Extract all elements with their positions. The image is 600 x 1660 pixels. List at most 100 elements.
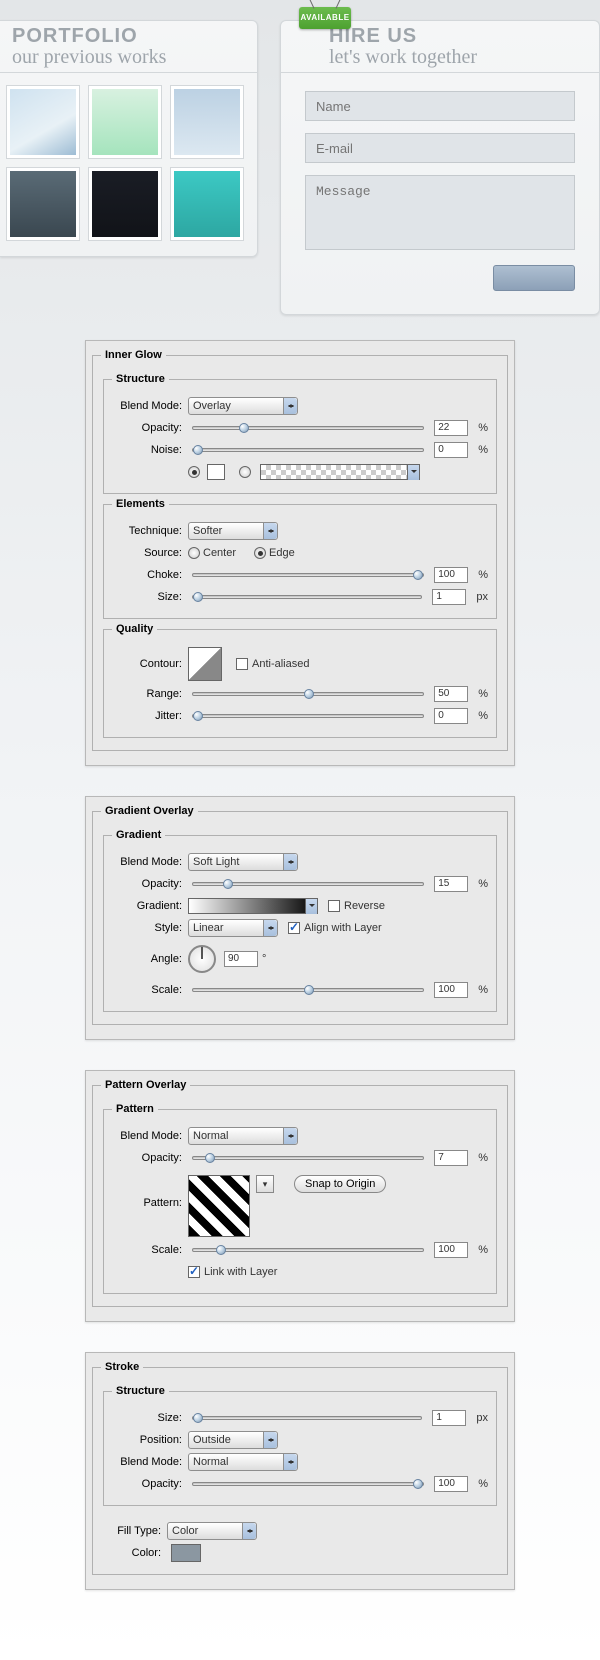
portfolio-thumb[interactable]: [88, 167, 162, 241]
noise-slider[interactable]: [192, 448, 424, 452]
technique-label: Technique:: [112, 525, 188, 537]
noise-value[interactable]: 0: [434, 442, 468, 458]
gradient-overlay-legend: Gradient Overlay: [101, 805, 198, 817]
pattern-picker-button[interactable]: ▾: [256, 1175, 274, 1193]
choke-value[interactable]: 100: [434, 567, 468, 583]
go-scale-slider[interactable]: [192, 988, 424, 992]
pattern-overlay-panel: Pattern Overlay Pattern Blend Mode: Norm…: [85, 1070, 515, 1322]
gradient-legend: Gradient: [112, 829, 165, 841]
go-opacity-slider[interactable]: [192, 882, 424, 886]
message-field[interactable]: [305, 175, 575, 250]
technique-select[interactable]: Softer: [188, 522, 278, 540]
style-select[interactable]: Linear: [188, 919, 278, 937]
glow-color-radio[interactable]: [188, 466, 200, 478]
opacity-value[interactable]: 22: [434, 420, 468, 436]
pattern-legend: Pattern: [112, 1103, 158, 1115]
portfolio-subtitle: our previous works: [12, 48, 245, 66]
range-slider[interactable]: [192, 692, 424, 696]
opacity-label: Opacity:: [112, 422, 188, 434]
blend-mode-select[interactable]: Overlay: [188, 397, 298, 415]
email-field[interactable]: [305, 133, 575, 163]
st-blend-mode-select[interactable]: Normal: [188, 1453, 298, 1471]
size-slider[interactable]: [192, 595, 422, 599]
jitter-value[interactable]: 0: [434, 708, 468, 724]
po-scale-label: Scale:: [112, 1244, 188, 1256]
hire-card: AVAILABLE HIRE US let's work together: [280, 20, 600, 315]
contour-picker[interactable]: [188, 647, 222, 681]
go-scale-label: Scale:: [112, 984, 188, 996]
portfolio-card: PORTFOLIO our previous works: [0, 20, 258, 257]
quality-legend: Quality: [112, 623, 157, 635]
available-badge: AVAILABLE: [299, 7, 351, 29]
link-checkbox[interactable]: [188, 1266, 200, 1278]
fill-type-label: Fill Type:: [107, 1525, 167, 1537]
structure-legend: Structure: [112, 373, 169, 385]
position-select[interactable]: Outside: [188, 1431, 278, 1449]
opacity-slider[interactable]: [192, 426, 424, 430]
angle-wheel[interactable]: [188, 945, 216, 973]
st-opacity-label: Opacity:: [112, 1478, 188, 1490]
go-blend-mode-label: Blend Mode:: [112, 856, 188, 868]
choke-slider[interactable]: [192, 573, 424, 577]
hire-subtitle: let's work together: [329, 48, 587, 66]
antialiased-checkbox[interactable]: [236, 658, 248, 670]
po-scale-value[interactable]: 100: [434, 1242, 468, 1258]
st-opacity-value[interactable]: 100: [434, 1476, 468, 1492]
st-blend-mode-label: Blend Mode:: [112, 1456, 188, 1468]
jitter-label: Jitter:: [112, 710, 188, 722]
portfolio-title: PORTFOLIO: [12, 25, 245, 48]
blend-mode-label: Blend Mode:: [112, 400, 188, 412]
source-center-radio[interactable]: [188, 547, 200, 559]
st-size-value[interactable]: 1: [432, 1410, 466, 1426]
po-opacity-label: Opacity:: [112, 1152, 188, 1164]
reverse-checkbox[interactable]: [328, 900, 340, 912]
go-scale-value[interactable]: 100: [434, 982, 468, 998]
gradient-picker[interactable]: [188, 898, 318, 914]
angle-value[interactable]: 90: [224, 951, 258, 967]
pattern-swatch[interactable]: [188, 1175, 250, 1237]
go-opacity-label: Opacity:: [112, 878, 188, 890]
position-label: Position:: [112, 1434, 188, 1446]
angle-label: Angle:: [112, 953, 188, 965]
glow-gradient-radio[interactable]: [239, 466, 251, 478]
name-field[interactable]: [305, 91, 575, 121]
stroke-legend: Stroke: [101, 1361, 143, 1373]
portfolio-thumb[interactable]: [170, 85, 244, 159]
po-opacity-slider[interactable]: [192, 1156, 424, 1160]
pattern-overlay-legend: Pattern Overlay: [101, 1079, 190, 1091]
choke-label: Choke:: [112, 569, 188, 581]
st-size-slider[interactable]: [192, 1416, 422, 1420]
portfolio-thumb[interactable]: [6, 85, 80, 159]
stroke-color-label: Color:: [107, 1547, 167, 1559]
submit-button[interactable]: [493, 265, 575, 291]
st-opacity-slider[interactable]: [192, 1482, 424, 1486]
portfolio-thumb[interactable]: [6, 167, 80, 241]
jitter-slider[interactable]: [192, 714, 424, 718]
po-opacity-value[interactable]: 7: [434, 1150, 468, 1166]
size-value[interactable]: 1: [432, 589, 466, 605]
hire-title: HIRE US: [329, 25, 587, 48]
glow-color-swatch[interactable]: [207, 464, 225, 480]
stroke-structure-legend: Structure: [112, 1385, 169, 1397]
range-value[interactable]: 50: [434, 686, 468, 702]
align-checkbox[interactable]: [288, 922, 300, 934]
style-label: Style:: [112, 922, 188, 934]
go-blend-mode-select[interactable]: Soft Light: [188, 853, 298, 871]
fill-type-select[interactable]: Color: [167, 1522, 257, 1540]
source-edge-radio[interactable]: [254, 547, 266, 559]
inner-glow-legend: Inner Glow: [101, 349, 166, 361]
stroke-color-swatch[interactable]: [171, 1544, 201, 1562]
glow-gradient-strip[interactable]: [260, 464, 420, 480]
po-scale-slider[interactable]: [192, 1248, 424, 1252]
portfolio-thumb[interactable]: [170, 167, 244, 241]
po-blend-mode-label: Blend Mode:: [112, 1130, 188, 1142]
snap-to-origin-button[interactable]: Snap to Origin: [294, 1175, 386, 1193]
go-opacity-value[interactable]: 15: [434, 876, 468, 892]
po-blend-mode-select[interactable]: Normal: [188, 1127, 298, 1145]
noise-label: Noise:: [112, 444, 188, 456]
range-label: Range:: [112, 688, 188, 700]
stroke-panel: Stroke Structure Size: 1 px Position: Ou…: [85, 1352, 515, 1590]
portfolio-thumb[interactable]: [88, 85, 162, 159]
gradient-label: Gradient:: [112, 900, 188, 912]
st-size-label: Size:: [112, 1412, 188, 1424]
